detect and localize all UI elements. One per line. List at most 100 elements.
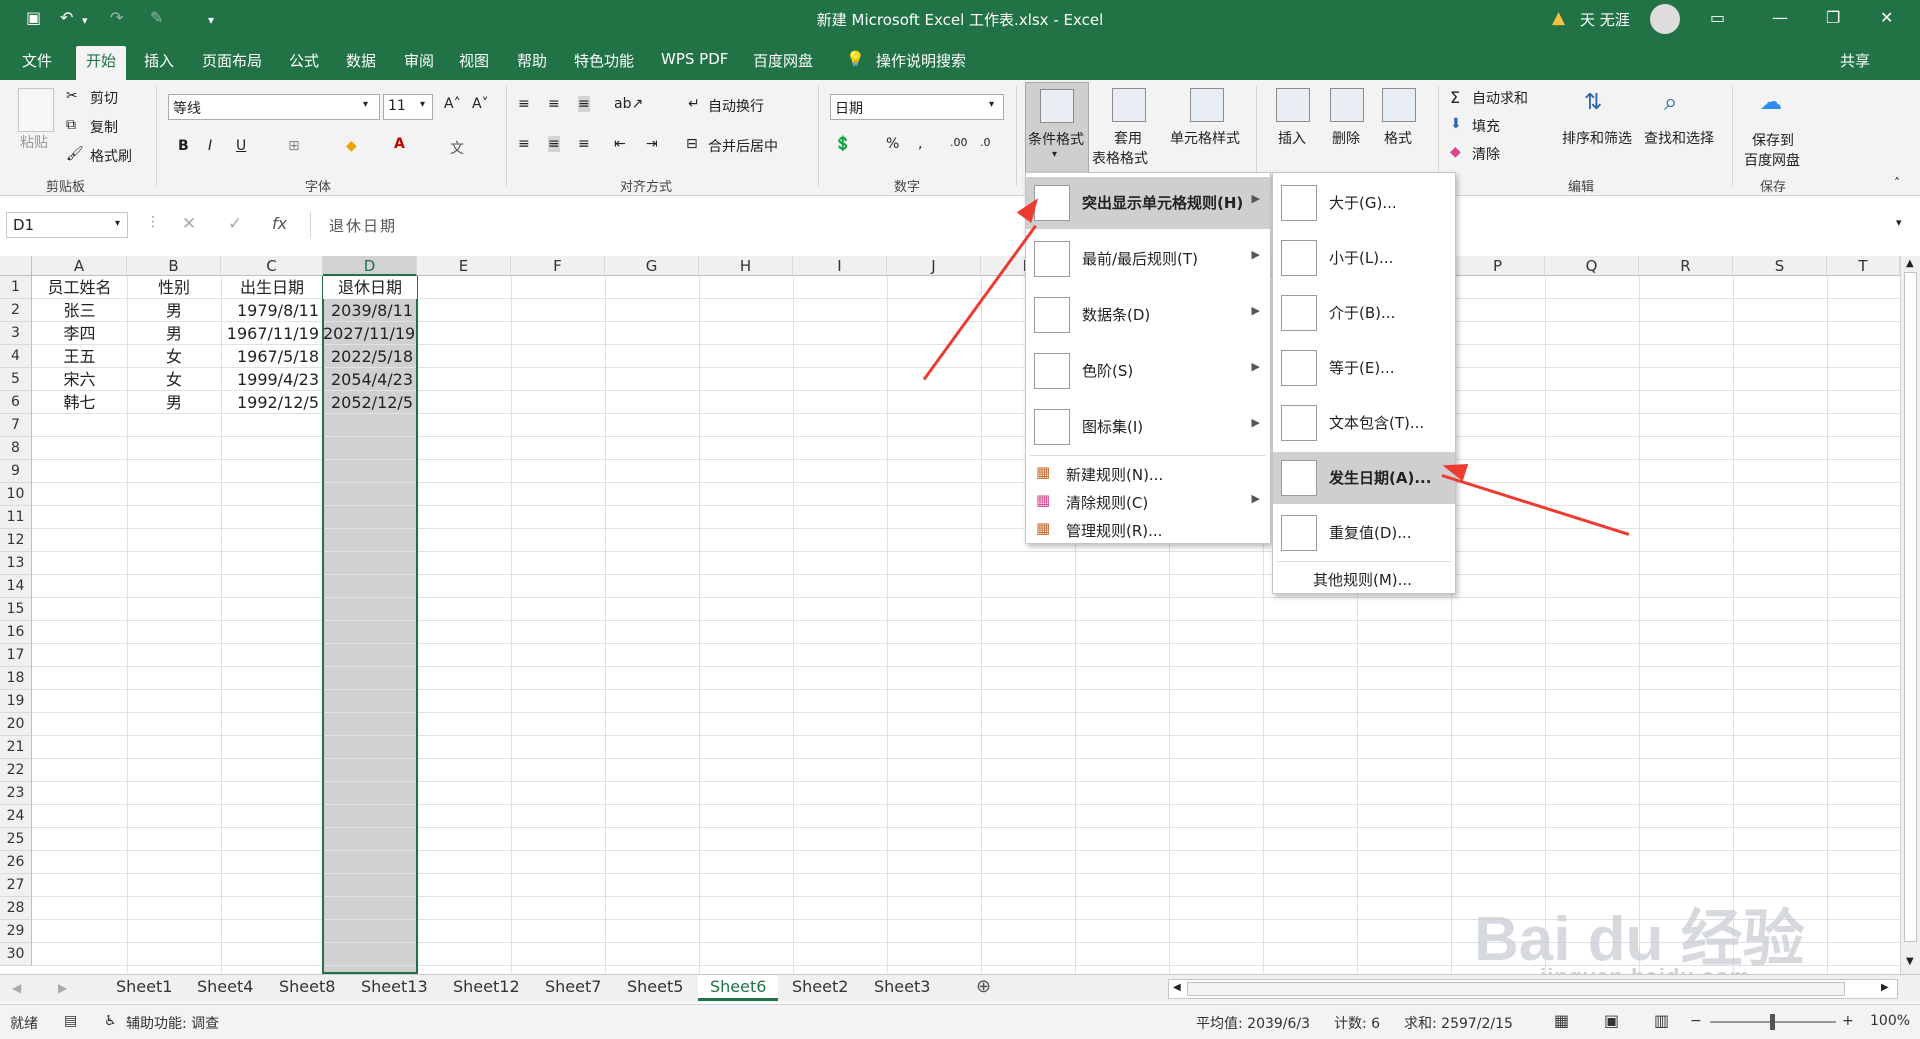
number-format-select[interactable]: 日期 ▾ [830,94,1004,120]
col-header-r[interactable]: R [1639,256,1733,276]
comma-icon[interactable]: , [918,136,922,152]
row-header-4[interactable]: 4 [0,345,32,368]
macro-record-icon[interactable]: ▤ [64,1013,77,1029]
menu-manage-rules[interactable]: ▦ 管理规则(R)... [1026,515,1270,543]
font-name-select[interactable]: 等线 ▾ [168,94,380,120]
expand-formula-icon[interactable]: ▾ [1896,216,1902,229]
horizontal-scrollbar[interactable]: ◀ ▶ [1168,979,1898,999]
align-top-icon[interactable]: ≡ [518,96,530,112]
copy-button[interactable]: 复制 [90,117,118,137]
fill-color-icon[interactable]: ◆ [346,138,357,154]
format-cells-button[interactable]: 格式 [1384,128,1412,148]
row-header-27[interactable]: 27 [0,874,32,897]
save-baidu-button-line2[interactable]: 百度网盘 [1744,150,1800,170]
vertical-scroll-thumb[interactable] [1904,272,1917,942]
cell-b3[interactable]: 男 [127,322,221,345]
merge-center-button[interactable]: 合并后居中 [708,136,778,156]
align-middle-icon[interactable]: ≡ [548,96,560,112]
cell-d3[interactable]: 2027/11/19 [323,322,417,345]
cell-d2[interactable]: 2039/8/11 [323,299,417,322]
col-header-s[interactable]: S [1733,256,1827,276]
clear-button[interactable]: 清除 [1472,144,1500,164]
orientation-icon[interactable]: ab↗ [614,96,643,112]
menu-icon-sets[interactable]: 图标集(I) ▶ [1026,401,1270,453]
grow-font-icon[interactable]: A˄ [444,96,461,112]
accessibility-status[interactable]: 辅助功能: 调查 [126,1013,219,1033]
row-header-8[interactable]: 8 [0,437,32,460]
cell-d4[interactable]: 2022/5/18 [323,345,417,368]
tab-help[interactable]: 帮助 [517,50,547,71]
row-header-15[interactable]: 15 [0,598,32,621]
baidu-pan-icon[interactable]: ☁ [1760,90,1782,115]
select-all-corner[interactable] [0,256,32,276]
vertical-scrollbar[interactable]: ▲ ▼ [1900,256,1920,974]
tab-special[interactable]: 特色功能 [574,50,634,71]
collapse-ribbon-icon[interactable]: ˄ [1894,176,1900,190]
paste-icon[interactable] [18,88,54,132]
italic-icon[interactable]: I [208,138,212,154]
cell-c3[interactable]: 1967/11/19 [221,322,323,345]
tab-baidu-pan[interactable]: 百度网盘 [753,50,813,71]
col-header-e[interactable]: E [417,256,511,276]
sheet-tab-5[interactable]: Sheet5 [627,977,683,996]
tab-page-layout[interactable]: 页面布局 [202,50,262,71]
sheet-tab-6[interactable]: Sheet6 [698,975,779,1001]
row-header-14[interactable]: 14 [0,575,32,598]
col-header-a[interactable]: A [32,256,127,276]
row-header-7[interactable]: 7 [0,414,32,437]
row-header-29[interactable]: 29 [0,920,32,943]
wrap-text-button[interactable]: 自动换行 [708,96,764,116]
find-icon[interactable]: ⌕ [1664,88,1677,116]
cell-d5[interactable]: 2054/4/23 [323,368,417,391]
brush-icon[interactable]: 🖌 [66,146,84,162]
fx-icon[interactable]: fx [272,214,287,233]
cell-a1[interactable]: 员工姓名 [32,276,127,299]
sort-filter-button[interactable]: 排序和筛选 [1562,128,1632,148]
cell-c5[interactable]: 1999/4/23 [221,368,323,391]
zoom-level[interactable]: 100% [1870,1013,1910,1029]
tab-insert[interactable]: 插入 [144,50,174,71]
fill-icon[interactable]: ⬇ [1450,116,1462,132]
submenu-between[interactable]: 介于(B)... [1273,287,1455,339]
add-sheet-icon[interactable]: ⊕ [976,976,991,997]
menu-data-bars[interactable]: 数据条(D) ▶ [1026,289,1270,341]
sheet-tab-12[interactable]: Sheet12 [453,977,520,996]
zoom-out-icon[interactable]: − [1690,1013,1702,1029]
paste-button[interactable]: 粘贴 [20,132,48,152]
copy-icon[interactable]: ⧉ [66,117,76,133]
restore-icon[interactable]: ❐ [1826,8,1840,27]
horizontal-scroll-thumb[interactable] [1187,982,1845,996]
ribbon-display-icon[interactable]: ▭ [1710,8,1725,27]
row-header-16[interactable]: 16 [0,621,32,644]
insert-cells-icon[interactable] [1276,88,1310,122]
cell-c1[interactable]: 出生日期 [221,276,323,299]
tab-home[interactable]: 开始 [76,46,127,80]
row-header-23[interactable]: 23 [0,782,32,805]
fill-button[interactable]: 填充 [1472,116,1500,136]
close-icon[interactable]: ✕ [1880,8,1893,27]
prev-sheet-icon[interactable]: ◀ [12,981,21,995]
zoom-slider-thumb[interactable] [1770,1014,1775,1030]
row-header-3[interactable]: 3 [0,322,32,345]
tab-formulas[interactable]: 公式 [289,50,319,71]
zoom-in-icon[interactable]: + [1842,1013,1854,1029]
currency-icon[interactable]: 💲 [834,136,851,152]
cell-d1[interactable]: 退休日期 [323,276,417,299]
cell-a3[interactable]: 李四 [32,322,127,345]
cell-a6[interactable]: 韩七 [32,391,127,414]
row-header-11[interactable]: 11 [0,506,32,529]
cell-d6[interactable]: 2052/12/5 [323,391,417,414]
format-table-button[interactable]: 套用 [1114,128,1142,148]
cell-styles-icon[interactable] [1190,88,1224,122]
submenu-duplicate-values[interactable]: 重复值(D)... [1273,507,1455,559]
row-header-13[interactable]: 13 [0,552,32,575]
tab-review[interactable]: 审阅 [404,50,434,71]
format-cells-icon[interactable] [1382,88,1416,122]
submenu-more-rules[interactable]: 其他规则(M)... [1273,565,1455,591]
font-size-select[interactable]: 11 ▾ [383,94,433,120]
row-header-25[interactable]: 25 [0,828,32,851]
cell-a5[interactable]: 宋六 [32,368,127,391]
insert-cells-button[interactable]: 插入 [1278,128,1306,148]
align-bottom-icon[interactable]: ≡ [578,96,590,112]
row-header-18[interactable]: 18 [0,667,32,690]
